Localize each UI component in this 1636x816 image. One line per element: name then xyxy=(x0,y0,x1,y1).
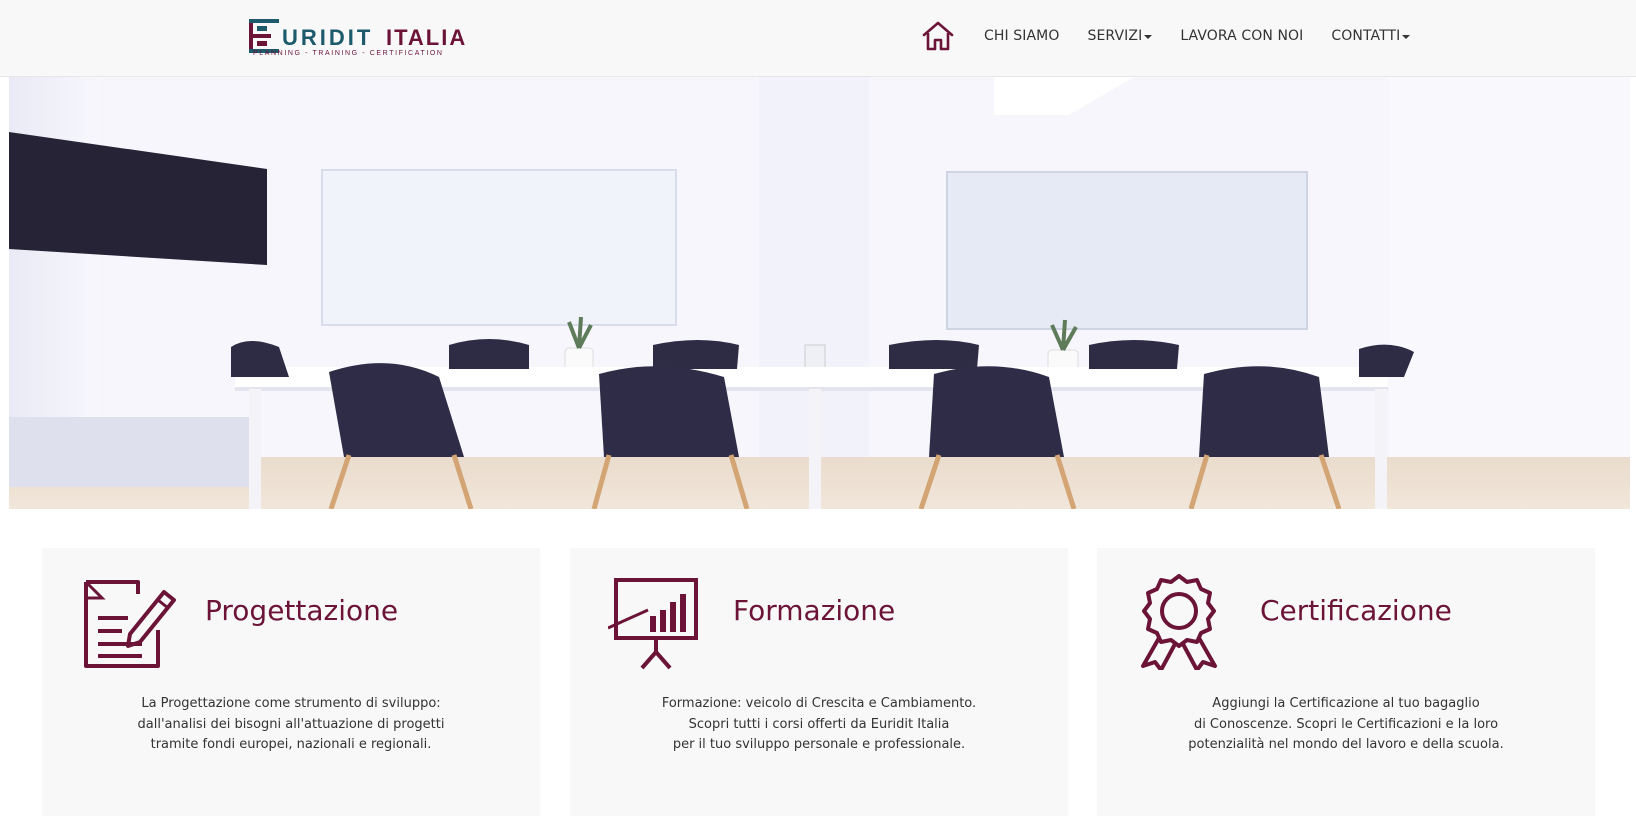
service-title: Formazione xyxy=(733,594,896,627)
home-icon xyxy=(922,21,954,51)
presentation-chart-icon xyxy=(607,574,704,670)
caret-down-icon xyxy=(1402,35,1411,39)
service-description: Aggiungi la Certificazione al tuo bagagl… xyxy=(1188,696,1504,752)
service-title: Progettazione xyxy=(205,594,399,627)
caret-down-icon xyxy=(1144,35,1153,39)
service-card-certificazione[interactable]: Certificazione Aggiungi la Certificazion… xyxy=(1097,548,1595,816)
euridit-logo[interactable]: URIDIT ITALIA PLANNING - TRAINING - CERT… xyxy=(249,17,499,59)
home-link[interactable] xyxy=(920,18,956,54)
document-pencil-icon xyxy=(80,574,176,670)
svg-text:URIDIT: URIDIT xyxy=(282,25,373,50)
nav-servizi-dropdown[interactable]: SERVIZI xyxy=(1087,28,1153,44)
hero-image xyxy=(9,77,1630,509)
svg-text:ITALIA: ITALIA xyxy=(386,25,467,50)
award-ribbon-icon xyxy=(1135,574,1231,672)
service-description: Formazione: veicolo di Crescita e Cambia… xyxy=(661,696,977,752)
navbar: URIDIT ITALIA PLANNING - TRAINING - CERT… xyxy=(0,0,1636,77)
service-description: La Progettazione come strumento di svilu… xyxy=(137,696,445,752)
service-title: Certificazione xyxy=(1260,594,1452,627)
svg-text:PLANNING - TRAINING - CERTIFIC: PLANNING - TRAINING - CERTIFICATION xyxy=(253,50,444,57)
nav-lavora-con-noi[interactable]: LAVORA CON NOI xyxy=(1180,28,1303,44)
service-card-progettazione[interactable]: Progettazione La Progettazione come stru… xyxy=(42,548,540,816)
nav-contatti-dropdown[interactable]: CONTATTI xyxy=(1331,28,1411,44)
nav-chi-siamo[interactable]: CHI SIAMO xyxy=(984,28,1059,44)
main-nav: CHI SIAMO SERVIZI LAVORA CON NOI CONTATT… xyxy=(920,16,1424,56)
service-card-formazione[interactable]: Formazione Formazione: veicolo di Cresci… xyxy=(570,548,1068,816)
